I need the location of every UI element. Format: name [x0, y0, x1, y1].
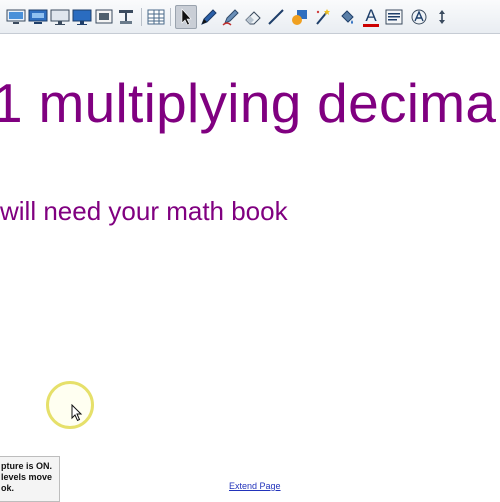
select-icon[interactable] — [175, 5, 197, 29]
screen-capture-icon[interactable] — [6, 7, 26, 27]
display-icon[interactable] — [72, 7, 92, 27]
page-title: 1 multiplying decima — [0, 72, 497, 134]
cursor-highlight — [46, 381, 94, 429]
line-icon[interactable] — [266, 7, 286, 27]
shapes-icon[interactable] — [290, 7, 310, 27]
pen-icon[interactable] — [199, 7, 219, 27]
toolbar: A — [0, 0, 500, 34]
toolbar-divider — [170, 8, 171, 26]
toolbar-divider — [141, 8, 142, 26]
table-icon[interactable] — [146, 7, 166, 27]
eraser-icon[interactable] — [243, 7, 263, 27]
notification-line: pture is ON. — [1, 461, 53, 471]
notification-line: levels move — [1, 472, 53, 482]
mouse-pointer-icon — [71, 404, 83, 422]
move-toolbar-icon[interactable] — [432, 7, 446, 27]
text-format-icon[interactable] — [384, 7, 404, 27]
monitor-icon[interactable] — [50, 7, 70, 27]
properties-icon[interactable] — [409, 7, 429, 27]
text-tool-glyph: A — [365, 6, 377, 25]
magic-pen-icon[interactable] — [313, 7, 333, 27]
text-icon[interactable]: A — [361, 7, 381, 27]
extend-page-link[interactable]: Extend Page — [229, 481, 281, 491]
image-icon[interactable] — [94, 7, 114, 27]
document-camera-icon[interactable] — [116, 7, 136, 27]
capture-notification: pture is ON. levels move ok. — [0, 456, 60, 502]
fill-icon[interactable] — [337, 7, 357, 27]
instruction-text: will need your math book — [0, 196, 288, 226]
desktop-icon[interactable] — [28, 7, 48, 27]
notification-line: ok. — [1, 483, 15, 493]
creative-pen-icon[interactable] — [221, 7, 241, 27]
